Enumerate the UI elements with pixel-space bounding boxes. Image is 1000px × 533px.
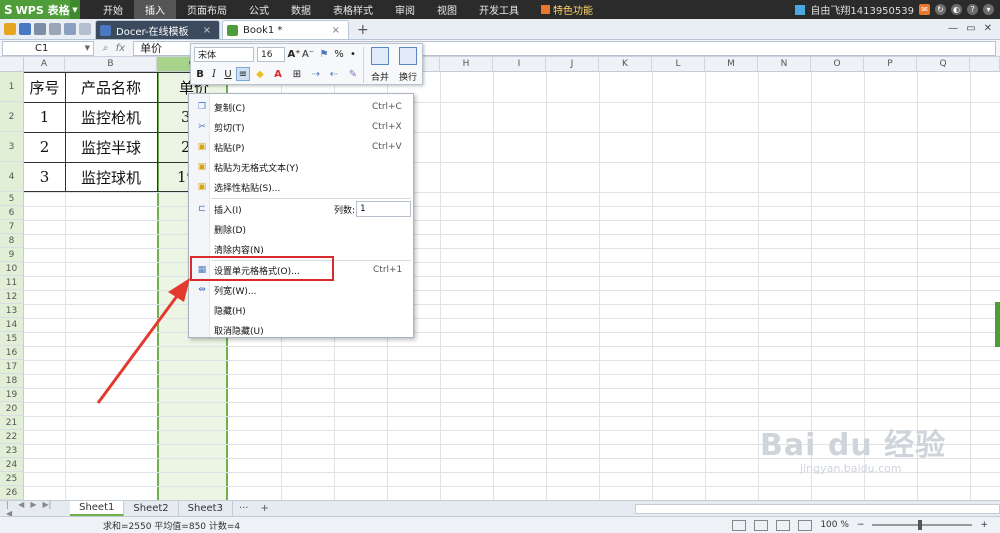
selection-summary: 求和=2550 平均值=850 计数=4 (103, 521, 241, 532)
sheet-navigation: |◀ ◀ ▶ ▶| (0, 500, 57, 518)
arrow-head (168, 278, 190, 302)
more-sheets-icon[interactable]: ··· (233, 503, 255, 514)
page-break-view-icon[interactable] (776, 519, 791, 531)
page-layout-view-icon[interactable] (754, 519, 769, 531)
watermark-url: jingyan.baidu.com (800, 462, 902, 475)
zoom-in-icon[interactable]: + (980, 520, 988, 530)
full-screen-icon[interactable] (798, 519, 813, 531)
last-sheet-icon[interactable]: ▶| (42, 500, 51, 518)
next-sheet-icon[interactable]: ▶ (30, 500, 36, 518)
zoom-level[interactable]: 100 % (820, 520, 849, 530)
status-bar: 求和=2550 平均值=850 计数=4 100 % − + (0, 516, 1000, 533)
watermark-logo: Bai du 经验 (760, 428, 947, 463)
prev-sheet-icon[interactable]: ◀ (18, 500, 24, 518)
view-controls: 100 % − + (732, 519, 1000, 531)
zoom-out-icon[interactable]: − (857, 520, 865, 530)
zoom-slider[interactable] (872, 520, 973, 530)
sheet-tab-1[interactable]: Sheet1 (70, 501, 125, 516)
horizontal-scrollbar[interactable] (634, 503, 1000, 514)
sheet-tab-bar: |◀ ◀ ▶ ▶| Sheet1 Sheet2 Sheet3 ··· + (0, 500, 1000, 518)
first-sheet-icon[interactable]: |◀ (6, 500, 12, 518)
sheet-tab-2[interactable]: Sheet2 (124, 501, 179, 516)
sheet-tab-3[interactable]: Sheet3 (179, 501, 233, 516)
zoom-slider-thumb[interactable] (918, 520, 923, 530)
add-sheet-button[interactable]: + (254, 503, 274, 514)
normal-view-icon[interactable] (732, 519, 747, 531)
arrow-shaft (96, 291, 182, 404)
